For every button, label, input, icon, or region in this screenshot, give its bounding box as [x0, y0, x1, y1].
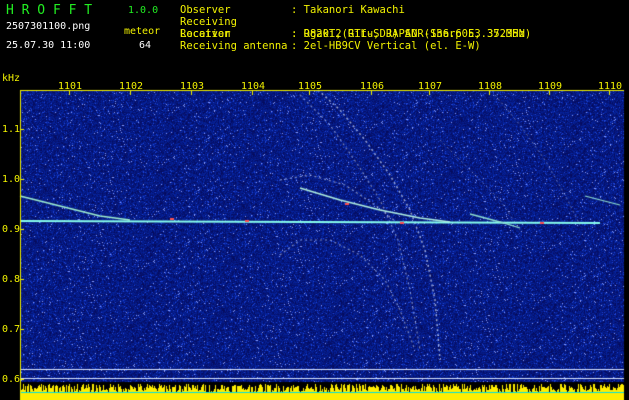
info-key: Observer: [180, 4, 231, 16]
info-value: : 2el-HB9CV Vertical (el. E-W): [291, 40, 481, 52]
y-tick-label: 0.6: [2, 374, 21, 385]
x-tick-label: 1104: [241, 81, 266, 92]
x-tick-label: 1103: [180, 81, 205, 92]
y-tick-label: 1.0: [2, 174, 21, 185]
x-tick-label: 1105: [298, 81, 323, 92]
meteor-count: 64: [139, 40, 152, 51]
app-version: 1.0.0: [128, 5, 159, 16]
y-axis-unit: kHz: [2, 73, 21, 84]
info-row: Observer : Takanori Kawachi: [180, 4, 405, 16]
x-tick-label: 1101: [58, 81, 83, 92]
info-value: : Takanori Kawachi: [291, 4, 405, 16]
x-tick-label: 1107: [418, 81, 443, 92]
y-tick-label: 1.1: [2, 124, 21, 135]
y-tick-label: 0.9: [2, 224, 21, 235]
hrofft-window: H R O F F T 1.0.0 2507301100.png meteor …: [0, 0, 629, 400]
x-tick-label: 1110: [598, 81, 623, 92]
x-tick-label: 1102: [119, 81, 144, 92]
datetime-label: 25.07.30 11:00: [6, 40, 91, 51]
info-row: Receiver : R820T2(RTL-SDR) SDR-Sharp 53.3…: [180, 28, 525, 40]
app-title: H R O F F T: [6, 3, 93, 18]
y-tick-label: 0.7: [2, 324, 21, 335]
x-tick-label: 1106: [360, 81, 385, 92]
info-key: Receiving antenna: [180, 40, 288, 52]
x-tick-label: 1108: [478, 81, 503, 92]
x-tick-label: 1109: [538, 81, 563, 92]
spectrogram-canvas: [0, 0, 629, 400]
info-row: Receiving antenna: 2el-HB9CV Vertical (e…: [180, 40, 481, 52]
info-key: Receiver: [180, 28, 231, 40]
info-value: : R820T2(RTL-SDR) SDR-Sharp 53.372MHz: [291, 28, 525, 40]
y-tick-label: 0.8: [2, 274, 21, 285]
filename-label: 2507301100.png: [6, 21, 91, 32]
meteor-label: meteor: [124, 26, 161, 37]
